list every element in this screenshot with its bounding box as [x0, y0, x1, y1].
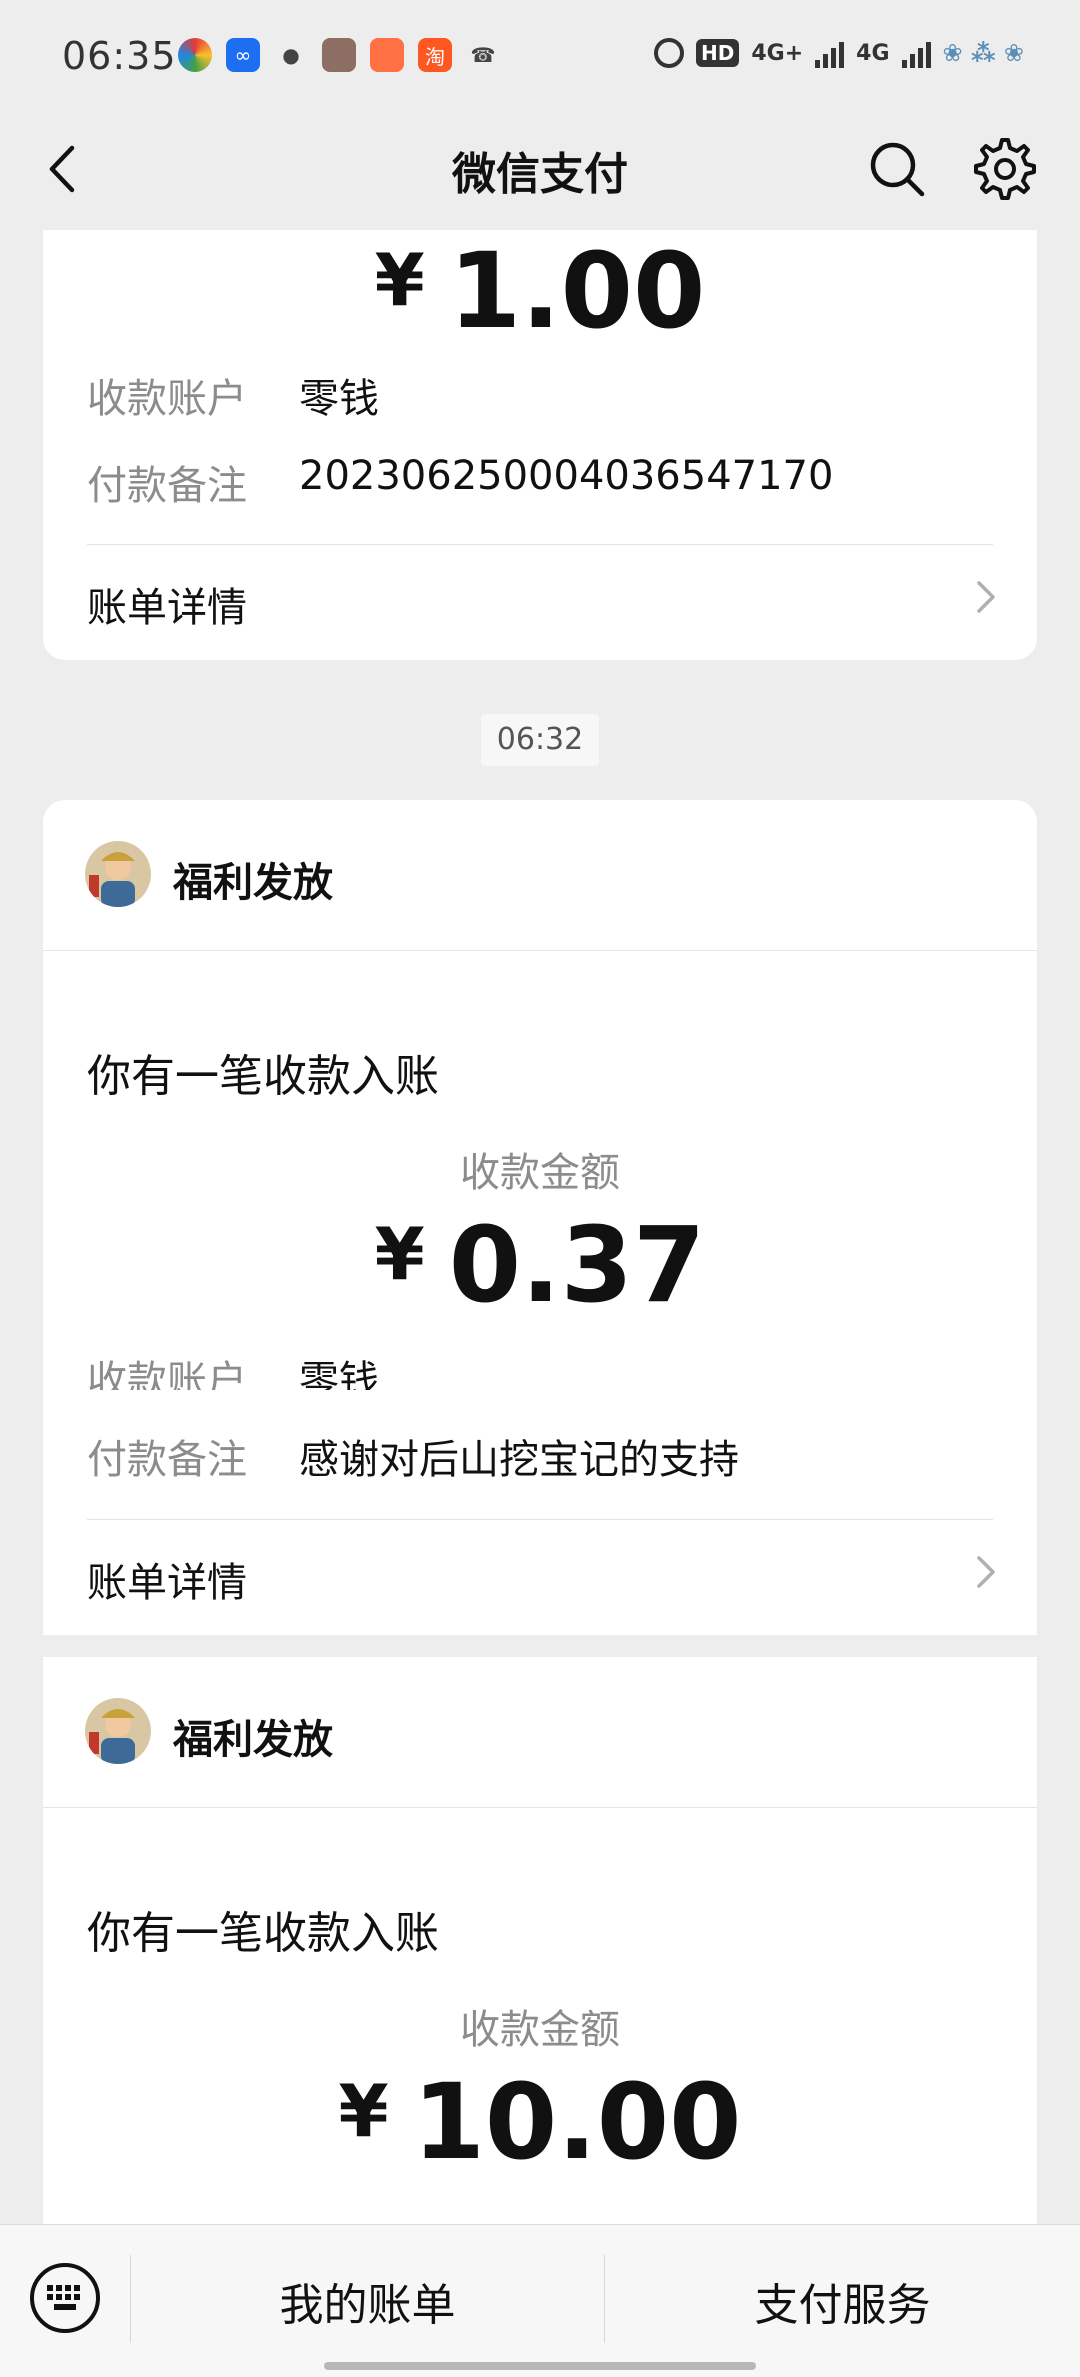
- keyboard-icon[interactable]: [28, 2261, 102, 2335]
- nav-bar: 微信支付: [0, 112, 1080, 230]
- search-icon[interactable]: [862, 134, 932, 204]
- amount-value: ¥1.00: [374, 230, 706, 352]
- chat-bubble-icon: ●: [282, 43, 300, 67]
- network-4g-plus-label: 4G+: [751, 40, 804, 66]
- alarm-icon: [653, 38, 684, 68]
- gear-icon[interactable]: [970, 134, 1040, 204]
- signal-icon-2: [901, 38, 931, 68]
- bill-details-label: 账单详情: [87, 585, 247, 631]
- infinity-app-icon: ∞: [226, 38, 260, 72]
- taobao-app-icon: 淘: [418, 38, 452, 72]
- payment-card: 福利发放 你有一笔收款入账 收款金额 ¥10.00: [43, 1657, 1037, 2224]
- divider: [43, 1807, 1037, 1808]
- signal-icon: [815, 38, 845, 68]
- color-wheel-app-icon: [178, 38, 212, 72]
- amount-label: 收款金额: [460, 1150, 620, 1196]
- account-label: 收款账户: [87, 376, 247, 422]
- sender-row[interactable]: 福利发放: [43, 1657, 1037, 1807]
- bill-details-label: 账单详情: [87, 1560, 247, 1606]
- avatar: [85, 841, 151, 907]
- system-status-icons: HD 4G+ 4G ❀ ⁂ ❀: [653, 38, 1024, 68]
- remark-value: 202306250004036547170: [299, 453, 834, 499]
- pay-services-button[interactable]: 支付服务: [605, 2269, 1080, 2333]
- message-headline: 你有一笔收款入账: [87, 1051, 439, 1102]
- message-headline: 你有一笔收款入账: [87, 1908, 439, 1959]
- sender-name: 福利发放: [173, 1717, 333, 1763]
- payment-card: ¥1.00 收款账户 零钱 付款备注 202306250004036547170…: [43, 230, 1037, 660]
- amount-value: ¥10.00: [338, 2061, 742, 2183]
- bill-details-row[interactable]: 账单详情: [43, 545, 1037, 660]
- account-value: 零钱: [299, 376, 379, 422]
- chevron-right-icon: [977, 1556, 995, 1588]
- divider: [43, 950, 1037, 951]
- my-bills-button[interactable]: 我的账单: [131, 2269, 604, 2333]
- remark-label: 付款备注: [87, 1437, 247, 1483]
- message-timestamp: 06:32: [481, 714, 599, 766]
- status-bar: 06:35 ∞ ● 淘 ☎ HD 4G+ 4G ❀ ⁂ ❀: [0, 0, 1080, 112]
- sender-row[interactable]: 福利发放: [43, 800, 1037, 950]
- remark-label: 付款备注: [87, 463, 247, 509]
- message-list[interactable]: ¥1.00 收款账户 零钱 付款备注 202306250004036547170…: [0, 230, 1080, 2224]
- home-indicator[interactable]: [324, 2362, 756, 2370]
- chevron-right-icon: [977, 581, 995, 613]
- missed-call-icon: ☎: [470, 43, 496, 67]
- card-gap: [0, 1635, 1080, 1657]
- network-4g-label: 4G: [856, 40, 890, 66]
- gift-app-icon: [370, 38, 404, 72]
- remark-value: 感谢对后山挖宝记的支持: [299, 1437, 739, 1483]
- amount-label: 收款金额: [460, 2007, 620, 2053]
- sender-name: 福利发放: [173, 860, 333, 906]
- game-app-icon: [322, 38, 356, 72]
- payment-card: 福利发放 你有一笔收款入账 收款金额 ¥0.37 收款账户 零钱: [43, 800, 1037, 1424]
- hd-badge: HD: [695, 39, 740, 67]
- amount-value: ¥0.37: [374, 1204, 706, 1326]
- bill-details-row[interactable]: 账单详情: [43, 1520, 1037, 1635]
- avatar: [85, 1698, 151, 1764]
- status-time: 06:35: [62, 34, 177, 78]
- extra-status-icons: ❀ ⁂ ❀: [942, 39, 1024, 67]
- notification-icons: ∞ ● 淘 ☎: [178, 38, 500, 72]
- bottom-bar: 我的账单 支付服务: [0, 2224, 1080, 2377]
